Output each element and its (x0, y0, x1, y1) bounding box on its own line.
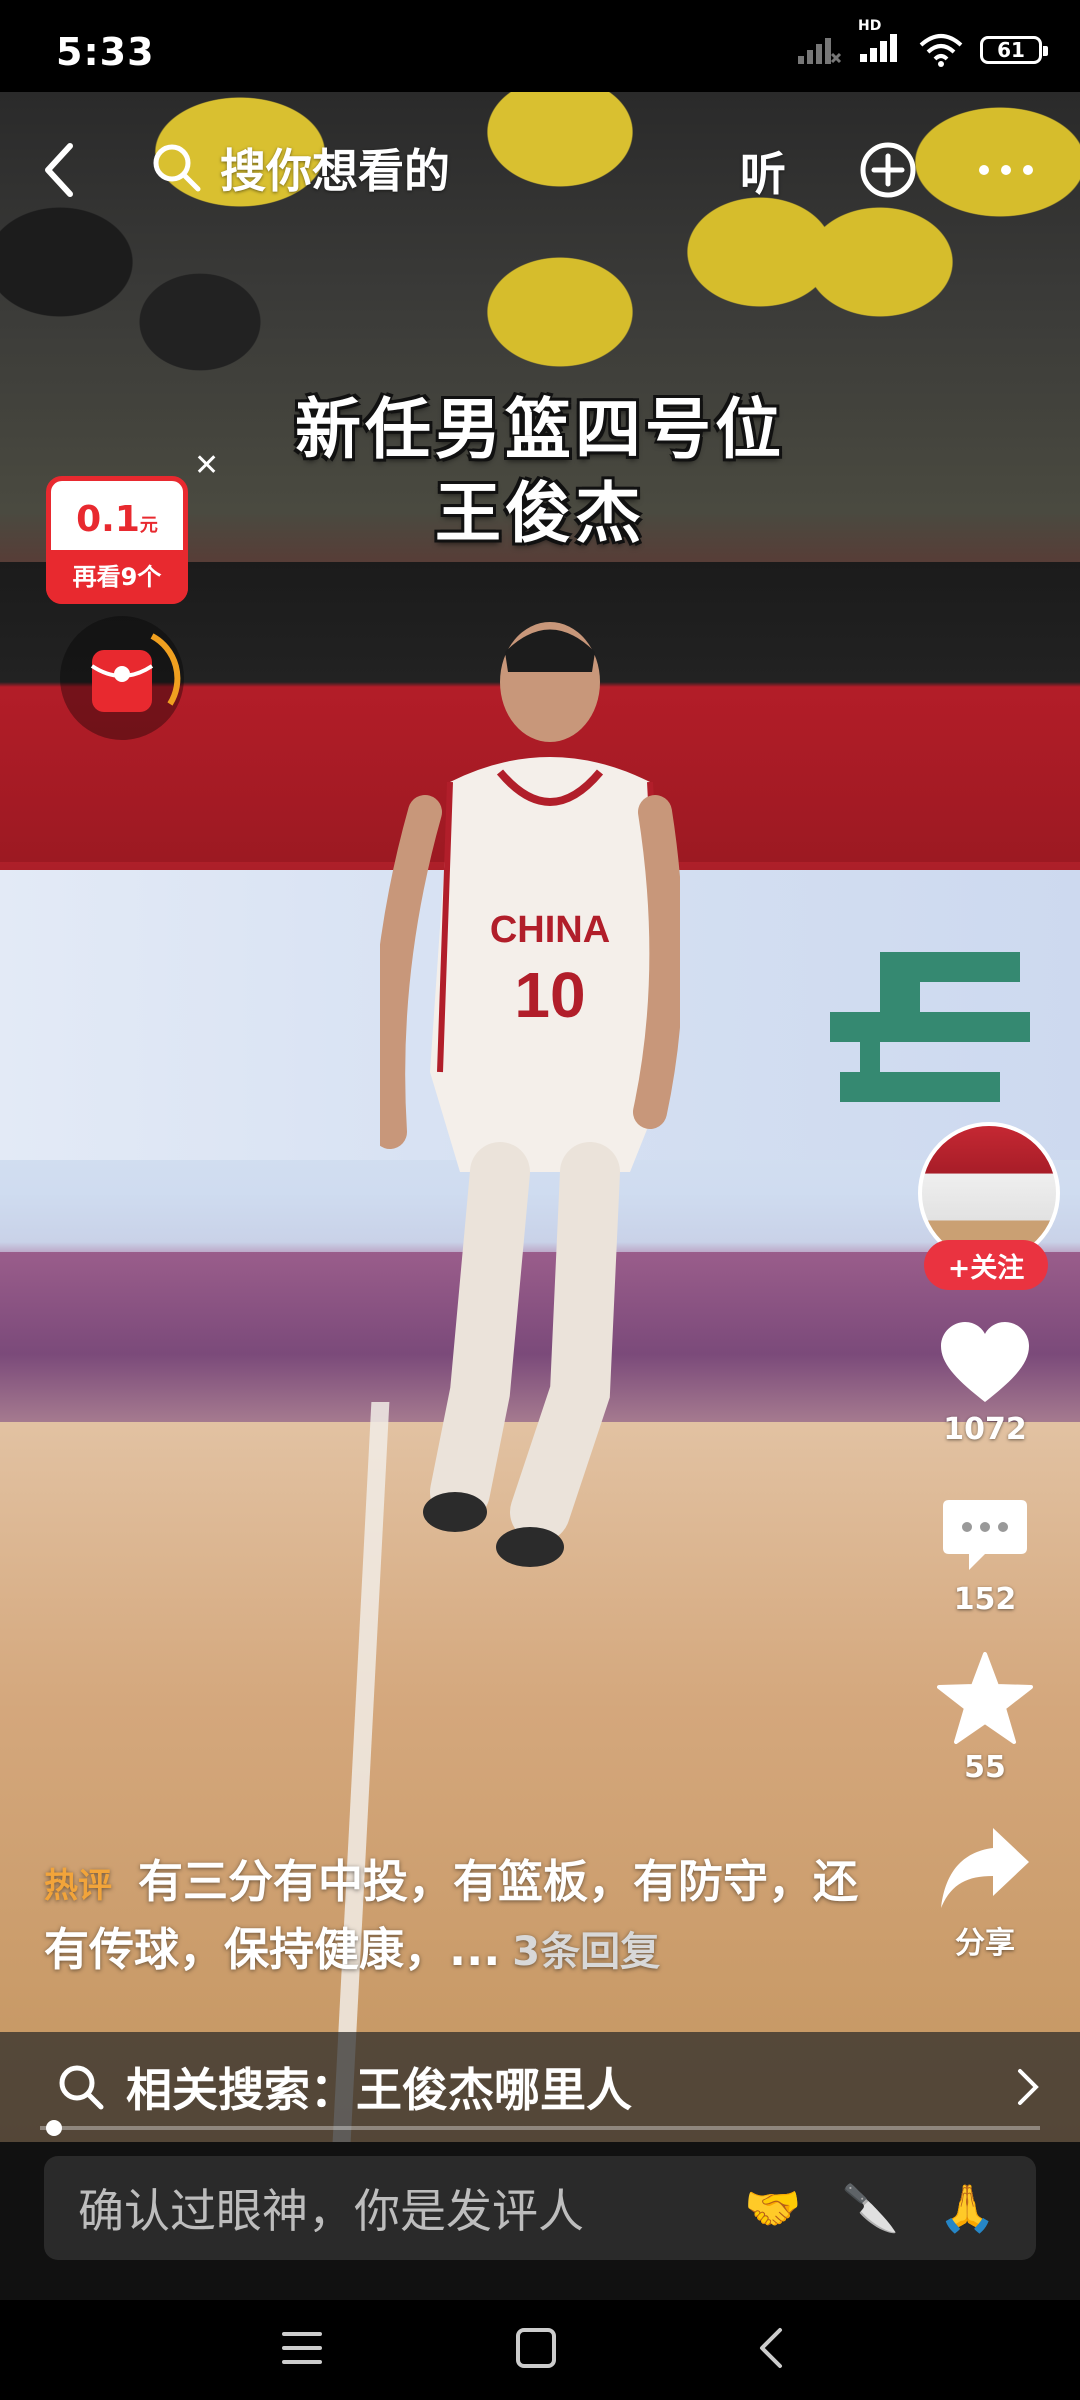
emoji-knife[interactable]: 🔪 (841, 2181, 898, 2236)
reward-amount: 0.1 (76, 499, 140, 540)
like-count: 1072 (943, 1412, 1027, 1447)
comment-icon (943, 1500, 1027, 1570)
status-time: 5:33 (56, 30, 155, 74)
home-icon[interactable] (514, 2326, 558, 2370)
hd-signal-icon: HD (858, 18, 902, 68)
share-button[interactable]: 分享 (930, 1824, 1040, 1962)
emoji-pray[interactable]: 🙏 (939, 2181, 996, 2236)
video-title-line1: 新任男篮四号位 (295, 391, 785, 468)
battery-icon: 61 (980, 36, 1048, 64)
follow-button[interactable]: +关注 (924, 1240, 1048, 1290)
comment-input-placeholder: 确认过眼神，你是发评人 (78, 2184, 584, 2238)
add-circle-icon[interactable] (858, 140, 918, 200)
reward-widget[interactable]: 0.1元 再看9个 ✕ (46, 448, 219, 740)
reward-close-icon[interactable]: ✕ (194, 448, 219, 483)
favorite-count: 55 (964, 1750, 1006, 1785)
system-nav-bar (0, 2300, 1080, 2400)
status-icons: HD 61 (796, 18, 1048, 70)
nav-back-icon[interactable] (756, 2326, 786, 2370)
comment-input[interactable]: 确认过眼神，你是发评人 🤝 🔪 🙏 (44, 2156, 1036, 2260)
related-search-icon (59, 2065, 104, 2110)
status-bar: 5:33 HD 61 (0, 0, 1080, 92)
comment-count: 152 (953, 1582, 1017, 1617)
favorite-button[interactable]: 55 (930, 1652, 1040, 1785)
reward-remaining: 再看9个 (46, 550, 188, 604)
jersey-team: CHINA (490, 909, 610, 951)
share-label: 分享 (955, 1926, 1015, 1961)
back-icon[interactable] (40, 140, 80, 200)
like-button[interactable]: 1072 (930, 1320, 1040, 1447)
star-icon (937, 1652, 1033, 1744)
more-icon[interactable] (976, 160, 1036, 180)
reward-card: 0.1元 再看9个 (46, 476, 188, 604)
hot-comment-tag: 热评 (44, 1866, 112, 1906)
menu-icon[interactable] (280, 2328, 324, 2368)
search-placeholder: 搜你想看的 (220, 144, 450, 198)
jersey-number: 10 (514, 959, 585, 1031)
video-progress-bar[interactable] (40, 2126, 1040, 2130)
wifi-icon (919, 34, 963, 67)
search-icon (153, 144, 201, 192)
player-figure: CHINA 10 (380, 622, 680, 1567)
emoji-handshake[interactable]: 🤝 (744, 2181, 801, 2236)
video-progress-handle[interactable] (46, 2120, 62, 2136)
hot-comment-replies[interactable]: 3条回复 (512, 1929, 660, 1975)
reward-unit: 元 (139, 515, 158, 536)
listen-button[interactable]: 听 (740, 138, 786, 204)
chevron-right-icon (1018, 2069, 1039, 2105)
related-search-text: 相关搜索：王俊杰哪里人 (126, 2063, 632, 2117)
network-label: HD (858, 18, 882, 34)
red-packet-icon[interactable] (60, 616, 184, 740)
search-bar[interactable]: 搜你想看的 (150, 128, 710, 208)
share-arrow-icon (941, 1828, 1029, 1908)
reward-amount-row: 0.1元 (51, 499, 183, 540)
battery-level: 61 (997, 38, 1025, 62)
comment-button[interactable]: 152 (930, 1496, 1040, 1617)
hot-comment[interactable]: 热评 有三分有中投，有篮板，有防守，还有传球，保持健康，... 3条回复 (44, 1850, 894, 1984)
no-signal-icon (798, 38, 842, 64)
hot-comment-text: 有三分有中投，有篮板，有防守，还有传球，保持健康，... (44, 1855, 859, 1976)
heart-icon (941, 1322, 1029, 1402)
